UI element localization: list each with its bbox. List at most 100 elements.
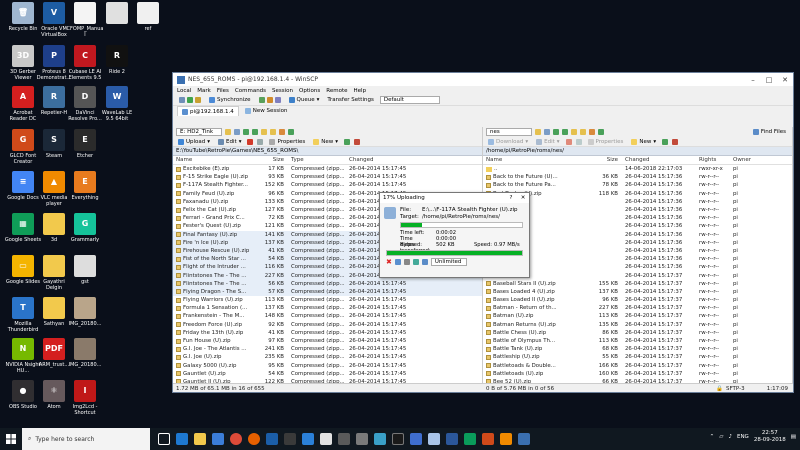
table-row[interactable]: Bases Loaded 4 (U).zip 137 KB 26-04-2014 1… bbox=[483, 288, 792, 296]
table-row[interactable]: Excitebike (E).zip 17 KB Compressed (zipp.… bbox=[173, 165, 482, 174]
menu-item-remote[interactable]: Remote bbox=[326, 88, 347, 94]
app-icon[interactable] bbox=[374, 433, 386, 445]
table-row[interactable]: F-15 Strike Eagle (U).zip 93 KB Compressed… bbox=[173, 173, 482, 181]
table-row[interactable]: .. 14-06-2018 22:17:03 rwxr-xr-x pi bbox=[483, 165, 792, 174]
synchronize-button[interactable]: Synchronize bbox=[207, 96, 253, 105]
desktop-shortcut[interactable]: G Grammarly bbox=[66, 213, 104, 243]
parent-dir-icon[interactable] bbox=[571, 129, 577, 135]
desktop-shortcut[interactable]: IMG_20180... bbox=[66, 338, 104, 368]
col-name[interactable]: Name bbox=[483, 157, 583, 163]
minimize-to-tray-icon[interactable] bbox=[394, 259, 401, 265]
app-icon[interactable] bbox=[410, 433, 422, 445]
forward-icon[interactable] bbox=[562, 129, 568, 135]
col-name[interactable]: Name bbox=[173, 157, 255, 163]
table-row[interactable]: Frankenstein - The M... 148 KB Compressed … bbox=[173, 312, 482, 321]
table-row[interactable]: Back to the Future Pa... 78 KB 26-04-2014 … bbox=[483, 181, 792, 190]
table-row[interactable]: Battletoads (U).zip 160 KB 26-04-2014 15:1… bbox=[483, 370, 792, 378]
app-icon[interactable] bbox=[428, 433, 440, 445]
desktop-shortcut[interactable]: gst bbox=[66, 255, 104, 285]
rename-icon[interactable] bbox=[257, 138, 264, 145]
shutdown-icon[interactable] bbox=[412, 259, 419, 265]
table-row[interactable]: Battle Chess (U).zip 86 KB 26-04-2014 15:1… bbox=[483, 328, 792, 337]
language-indicator[interactable]: ENG bbox=[737, 434, 749, 440]
word-icon[interactable] bbox=[446, 433, 458, 445]
home-icon[interactable] bbox=[279, 129, 285, 135]
rename-icon[interactable] bbox=[575, 138, 582, 145]
vlc-taskbar-icon[interactable] bbox=[500, 433, 512, 445]
desktop-shortcut[interactable]: E Etcher bbox=[66, 129, 104, 159]
col-size[interactable]: Size bbox=[255, 157, 287, 163]
menu-item-options[interactable]: Options bbox=[299, 88, 320, 94]
minus-icon[interactable] bbox=[354, 138, 361, 145]
menu-item-local[interactable]: Local bbox=[177, 88, 191, 94]
delete-icon[interactable] bbox=[247, 138, 254, 145]
find-files-button[interactable]: Find Files bbox=[751, 128, 788, 137]
app-icon[interactable] bbox=[302, 433, 314, 445]
table-row[interactable]: G.I. Joe - The Atlantis ... 241 KB Compres… bbox=[173, 345, 482, 354]
back-icon[interactable] bbox=[243, 129, 249, 135]
cancel-icon[interactable]: ✖ bbox=[386, 258, 392, 266]
edge-icon[interactable] bbox=[176, 433, 188, 445]
back-icon[interactable] bbox=[553, 129, 559, 135]
firefox-icon[interactable] bbox=[248, 433, 260, 445]
task-view-icon[interactable] bbox=[158, 433, 170, 445]
volume-icon[interactable]: ♪ bbox=[728, 434, 732, 440]
properties-button[interactable]: Properties bbox=[267, 137, 307, 146]
table-row[interactable]: G.I. Joe (U).zip 235 KB Compressed (zipp..… bbox=[173, 353, 482, 361]
table-row[interactable]: Fun House (U).zip 97 KB Compressed (zipp..… bbox=[173, 337, 482, 345]
col-changed[interactable]: Changed bbox=[345, 157, 403, 163]
app-icon[interactable] bbox=[482, 433, 494, 445]
start-button[interactable] bbox=[0, 428, 22, 450]
download-button[interactable]: Download ▾ bbox=[486, 137, 530, 146]
table-row[interactable]: Gauntlet (U).zip 54 KB Compressed (zipp...… bbox=[173, 370, 482, 378]
table-row[interactable]: Bases Loaded II (U).zip 96 KB 26-04-2014 1… bbox=[483, 296, 792, 305]
delete-icon[interactable] bbox=[565, 138, 572, 145]
table-row[interactable]: F-117A Stealth Fighter... 152 KB Compresse… bbox=[173, 181, 482, 190]
toolbar-icons[interactable] bbox=[177, 96, 203, 105]
help-button[interactable]: ? bbox=[505, 195, 517, 201]
app-icon[interactable] bbox=[266, 433, 278, 445]
refresh-icon[interactable] bbox=[288, 129, 294, 135]
desktop-shortcut[interactable]: ref bbox=[129, 2, 167, 32]
transfer-settings-select[interactable]: Default bbox=[379, 96, 440, 104]
table-row[interactable]: Flintstones The - The ... 56 KB Compressed… bbox=[173, 279, 482, 288]
speed-limit-select[interactable]: Unlimited bbox=[430, 258, 467, 266]
table-row[interactable]: Flying Dragon - The S... 57 KB Compressed … bbox=[173, 287, 482, 296]
app-icon[interactable] bbox=[392, 433, 404, 445]
menu-item-help[interactable]: Help bbox=[354, 88, 367, 94]
remote-dir-select[interactable]: nes bbox=[486, 128, 532, 136]
home-icon[interactable] bbox=[589, 129, 595, 135]
menu-item-commands[interactable]: Commands bbox=[235, 88, 266, 94]
minimize-button[interactable]: – bbox=[745, 76, 761, 84]
table-row[interactable]: Formula 1 Sensation (... 137 KB Compressed… bbox=[173, 304, 482, 312]
settings-icon[interactable] bbox=[403, 259, 410, 265]
desktop-shortcut[interactable]: IMG_20180... bbox=[66, 297, 104, 327]
app-icon[interactable] bbox=[284, 433, 296, 445]
dialog-titlebar[interactable]: 17% Uploading ? ✕ bbox=[380, 193, 529, 203]
forward-icon[interactable] bbox=[252, 129, 258, 135]
root-dir-icon[interactable] bbox=[270, 129, 276, 135]
speed-icon[interactable] bbox=[421, 259, 428, 265]
close-button[interactable]: ✕ bbox=[777, 76, 793, 84]
tray-up-icon[interactable]: ⌃ bbox=[710, 434, 715, 440]
table-row[interactable]: Flying Warriors (U).zip 113 KB Compressed … bbox=[173, 296, 482, 305]
session-tab[interactable]: pi@192.168.1.4 bbox=[177, 106, 239, 116]
col-type[interactable]: Type bbox=[287, 157, 345, 163]
maximize-button[interactable]: □ bbox=[761, 76, 777, 84]
clock[interactable]: 22:57 28-09-2018 bbox=[754, 430, 786, 444]
notifications-icon[interactable]: ▤ bbox=[791, 434, 796, 440]
edit-button[interactable]: Edit ▾ bbox=[216, 137, 243, 146]
table-row[interactable]: Battle Tank (U).zip 68 KB 26-04-2014 15:17… bbox=[483, 345, 792, 354]
desktop-shortcut[interactable]: W WaveLab LE 9.5 64bit bbox=[98, 86, 136, 122]
table-row[interactable]: Battleship (U).zip 55 KB 26-04-2014 15:17:… bbox=[483, 353, 792, 361]
menu-item-mark[interactable]: Mark bbox=[197, 88, 211, 94]
app-icon[interactable] bbox=[356, 433, 368, 445]
desktop-shortcut[interactable]: I Img2Lcd - Shortcut bbox=[66, 380, 104, 416]
minus-icon[interactable] bbox=[672, 138, 679, 145]
table-row[interactable]: Friday the 13th (U).zip 41 KB Compressed (… bbox=[173, 328, 482, 337]
col-changed[interactable]: Changed bbox=[621, 157, 697, 163]
table-row[interactable]: Freedom Force (U).zip 92 KB Compressed (zi… bbox=[173, 321, 482, 329]
folder-open-icon[interactable] bbox=[225, 129, 231, 135]
file-explorer-icon[interactable] bbox=[194, 433, 206, 445]
remote-path[interactable]: /home/pi/RetroPie/roms/nes/ bbox=[483, 147, 792, 156]
